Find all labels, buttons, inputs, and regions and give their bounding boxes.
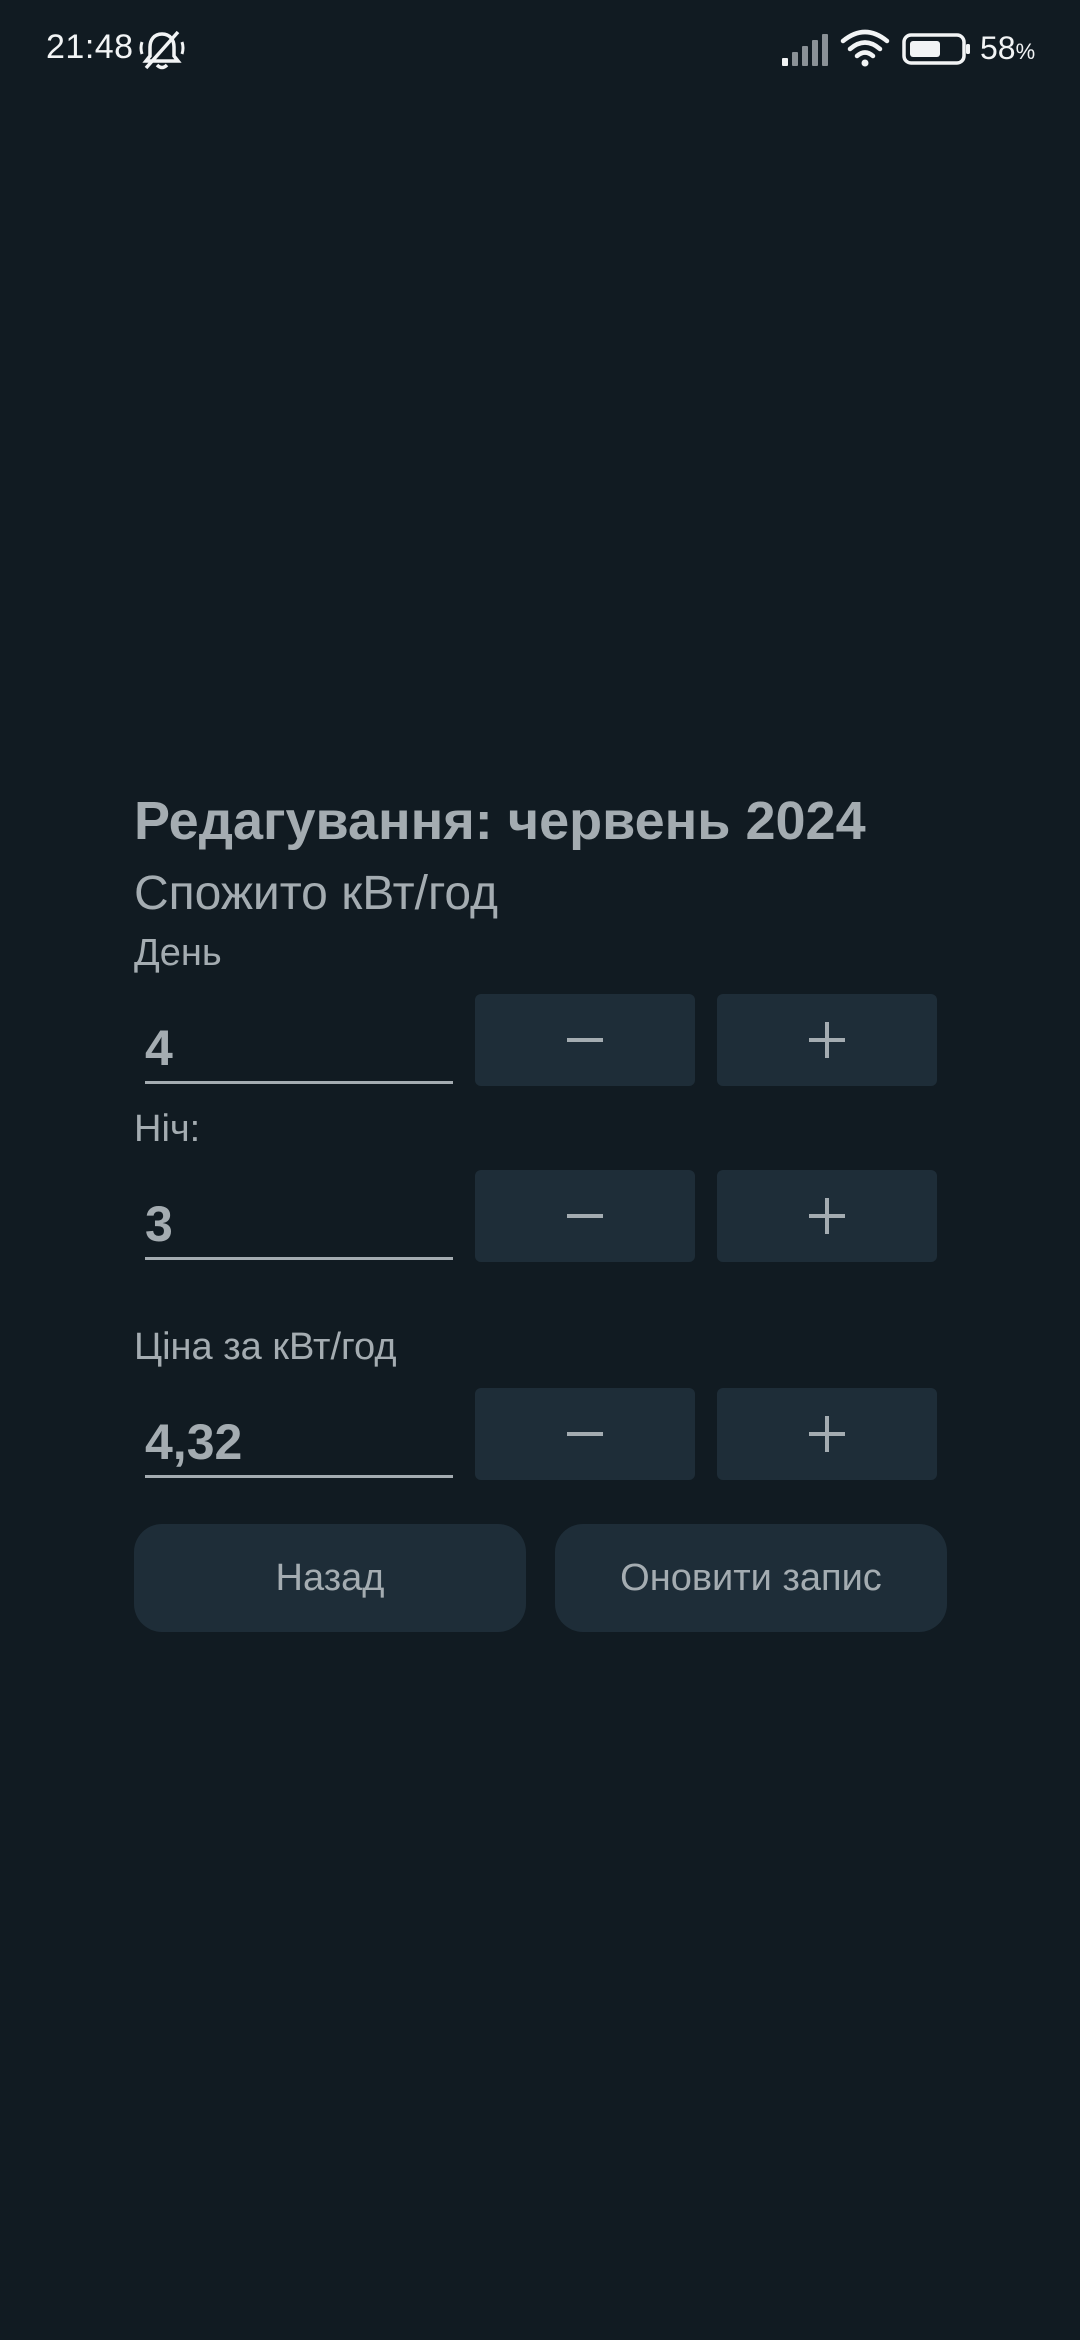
screen: 21:48 58% Редагування: червень 2024 Спож… [0, 0, 1080, 2340]
page-title: Редагування: червень 2024 [134, 791, 866, 851]
battery-level: 58 [980, 30, 1016, 66]
night-input[interactable] [145, 1190, 453, 1260]
day-input[interactable] [145, 1014, 453, 1084]
minus-icon [567, 1214, 603, 1218]
day-label: День [134, 932, 222, 974]
plus-icon [809, 1416, 845, 1452]
night-decrement-button[interactable] [475, 1170, 695, 1262]
battery-unit: % [1015, 39, 1036, 64]
price-label: Ціна за кВт/год [134, 1326, 397, 1368]
status-bar: 21:48 58% [0, 0, 1080, 100]
price-decrement-button[interactable] [475, 1388, 695, 1480]
plus-icon [809, 1198, 845, 1234]
update-record-button[interactable]: Оновити запис [555, 1524, 947, 1632]
consumption-subtitle: Спожито кВт/год [134, 867, 499, 920]
signal-icon [782, 34, 828, 66]
plus-icon [809, 1022, 845, 1058]
night-label: Ніч: [134, 1108, 201, 1150]
bell-muted-icon [139, 30, 185, 70]
price-input[interactable] [145, 1408, 453, 1478]
minus-icon [567, 1432, 603, 1436]
status-time: 21:48 [46, 28, 134, 66]
minus-icon [567, 1038, 603, 1042]
wifi-icon [840, 29, 890, 67]
night-increment-button[interactable] [717, 1170, 937, 1262]
back-button[interactable]: Назад [134, 1524, 526, 1632]
day-increment-button[interactable] [717, 994, 937, 1086]
battery-icon [902, 33, 970, 65]
price-increment-button[interactable] [717, 1388, 937, 1480]
battery-percentage: 58% [980, 30, 1035, 67]
day-decrement-button[interactable] [475, 994, 695, 1086]
